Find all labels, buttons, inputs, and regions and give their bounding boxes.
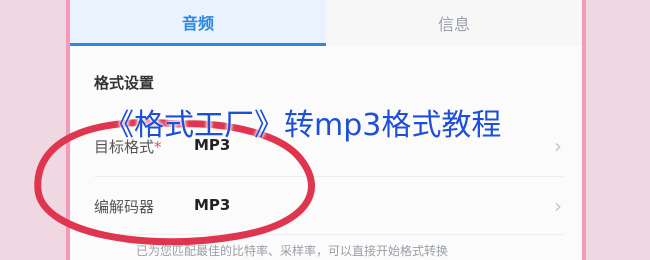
background-right — [580, 0, 650, 260]
row-divider — [94, 234, 564, 235]
chevron-right-icon: › — [554, 134, 562, 158]
row-divider — [94, 176, 564, 177]
tab-bar: 音频 信息 — [70, 0, 582, 46]
codec-label: 编解码器 — [94, 198, 155, 216]
tab-info[interactable]: 信息 — [326, 0, 582, 46]
tab-audio[interactable]: 音频 — [70, 0, 326, 46]
background-left — [0, 0, 70, 260]
settings-panel: 格式设置 目标格式* MP3 › 编解码器 MP3 › 已为您匹配最佳的比特率、… — [70, 46, 582, 260]
section-title: 格式设置 — [94, 74, 155, 92]
codec-row[interactable]: 编解码器 MP3 › — [70, 178, 582, 234]
hint-text: 已为您匹配最佳的比特率、采样率，可以直接开始格式转换 — [136, 244, 449, 258]
codec-value: MP3 — [194, 196, 231, 214]
overlay-headline: 《格式工厂》转mp3格式教程 — [104, 108, 502, 143]
chevron-right-icon: › — [554, 194, 562, 218]
